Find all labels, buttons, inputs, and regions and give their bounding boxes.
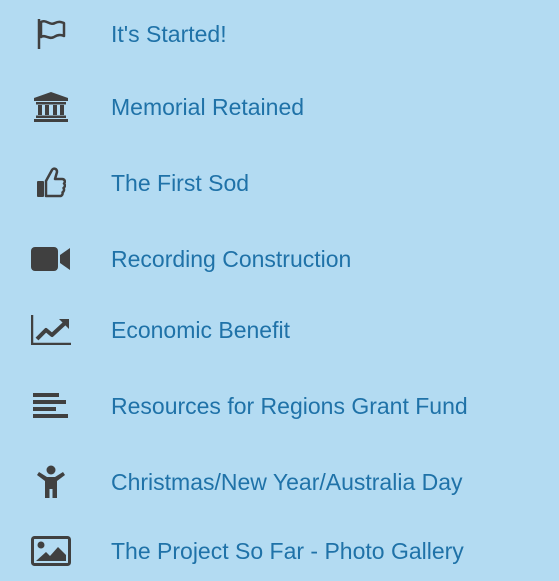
flag-icon bbox=[18, 4, 84, 64]
menu-item-label: The First Sod bbox=[111, 170, 250, 196]
menu-item-christmas-new-year-australia-day[interactable]: Christmas/New Year/Australia Day bbox=[0, 452, 559, 512]
menu-item-label: Resources for Regions Grant Fund bbox=[111, 393, 468, 419]
menu-item-label: Memorial Retained bbox=[111, 94, 305, 120]
menu-item-its-started[interactable]: It's Started! bbox=[0, 4, 559, 64]
menu-item-memorial-retained[interactable]: Memorial Retained bbox=[0, 77, 559, 137]
menu-item-label: Christmas/New Year/Australia Day bbox=[111, 469, 463, 495]
menu-item-economic-benefit[interactable]: Economic Benefit bbox=[0, 300, 559, 360]
menu-item-recording-construction[interactable]: Recording Construction bbox=[0, 229, 559, 289]
menu-item-the-project-so-far-photo-gallery[interactable]: The Project So Far - Photo Gallery bbox=[0, 521, 559, 581]
align-left-icon bbox=[18, 376, 84, 436]
picture-icon bbox=[18, 521, 84, 581]
menu-item-the-first-sod[interactable]: The First Sod bbox=[0, 153, 559, 213]
menu-item-label: Recording Construction bbox=[111, 246, 352, 272]
institution-icon bbox=[18, 77, 84, 137]
child-icon bbox=[18, 452, 84, 512]
page-menu: It's Started! Memorial Retained The Firs bbox=[0, 0, 559, 574]
menu-item-label: Economic Benefit bbox=[111, 317, 290, 343]
thumbs-up-icon bbox=[18, 153, 84, 213]
menu-item-label: It's Started! bbox=[111, 21, 227, 47]
menu-item-label: The Project So Far - Photo Gallery bbox=[111, 538, 464, 564]
video-camera-icon bbox=[18, 229, 84, 289]
line-chart-icon bbox=[18, 300, 84, 360]
menu-item-resources-for-regions-grant-fund[interactable]: Resources for Regions Grant Fund bbox=[0, 376, 559, 436]
